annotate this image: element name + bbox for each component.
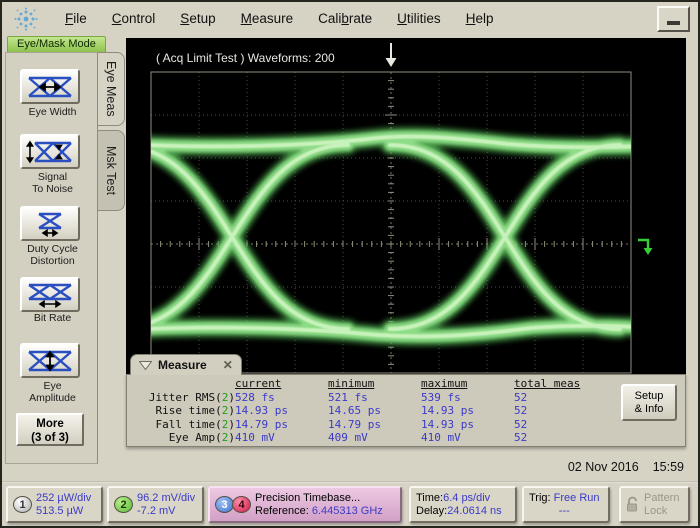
channel2-button[interactable]: 2 96.2 mV/div-7.2 mV bbox=[107, 486, 204, 523]
precision-timebase-button[interactable]: 3 4 Precision Timebase...Reference: 6.44… bbox=[208, 486, 402, 523]
waveform-display: ( Acq Limit Test ) Waveforms: 200 bbox=[126, 38, 686, 374]
trigger-button[interactable]: Trig: Free Run--- bbox=[522, 486, 610, 523]
eye-diagram-trace bbox=[126, 137, 671, 337]
tab-msk-test[interactable]: Msk Test bbox=[98, 130, 125, 211]
signal-to-noise-button[interactable] bbox=[20, 134, 80, 169]
more-button[interactable]: More(3 of 3) bbox=[16, 413, 84, 446]
minimize-icon bbox=[667, 21, 680, 25]
channel4-badge: 4 bbox=[232, 496, 251, 513]
menu-file[interactable]: File bbox=[65, 11, 87, 26]
eye-amplitude-label: EyeAmplitude bbox=[6, 381, 99, 404]
close-icon[interactable]: ✕ bbox=[223, 358, 233, 372]
reference-marker-icon[interactable] bbox=[638, 240, 653, 255]
duty-cycle-distortion-button[interactable] bbox=[20, 206, 80, 241]
signal-to-noise-icon bbox=[26, 139, 74, 165]
bit-rate-icon bbox=[26, 282, 74, 308]
tab-eye-meas[interactable]: Eye Meas bbox=[98, 52, 125, 126]
channel2-badge: 2 bbox=[114, 496, 133, 513]
menu-setup[interactable]: Setup bbox=[180, 11, 215, 26]
channel1-button[interactable]: 1 252 µW/div513.5 µW bbox=[6, 486, 103, 523]
menu-bar: File Control Setup Measure Calibrate Uti… bbox=[2, 2, 698, 35]
measure-table-header: current minimum maximum total meas bbox=[133, 377, 610, 391]
sidebar: Eye Width SignalTo Noise Duty Cycle bbox=[5, 52, 98, 464]
eye-width-icon bbox=[26, 74, 74, 100]
duty-cycle-distortion-icon bbox=[26, 211, 74, 237]
minimize-button[interactable] bbox=[657, 6, 690, 32]
timebase-scale-button[interactable]: Time:6.4 ps/divDelay:24.0614 ns bbox=[409, 486, 517, 523]
menu-help[interactable]: Help bbox=[466, 11, 494, 26]
duty-cycle-distortion-label: Duty CycleDistortion bbox=[6, 244, 99, 267]
eye-amplitude-icon bbox=[26, 348, 74, 374]
menu-measure[interactable]: Measure bbox=[241, 11, 294, 26]
bit-rate-label: Bit Rate bbox=[6, 313, 99, 325]
menu-utilities[interactable]: Utilities bbox=[397, 11, 441, 26]
bit-rate-button[interactable] bbox=[20, 277, 80, 312]
app-window: File Control Setup Measure Calibrate Uti… bbox=[0, 0, 700, 528]
lock-icon bbox=[626, 496, 640, 513]
signal-to-noise-label: SignalTo Noise bbox=[6, 172, 99, 195]
mode-label: Eye/Mask Mode bbox=[7, 36, 106, 53]
measure-panel: current minimum maximum total meas Jitte… bbox=[126, 374, 686, 447]
trigger-position-marker bbox=[386, 43, 397, 67]
eye-width-button[interactable] bbox=[20, 69, 80, 104]
collapse-triangle-icon[interactable] bbox=[139, 361, 152, 370]
agilent-logo bbox=[12, 5, 40, 33]
eye-amplitude-button[interactable] bbox=[20, 343, 80, 378]
menu-calibrate[interactable]: Calibrate bbox=[318, 11, 372, 26]
menu-control[interactable]: Control bbox=[112, 11, 156, 26]
measure-row: Jitter RMS(2) 528 fs 521 fs 539 fs 52 bbox=[133, 391, 610, 405]
measure-row: Eye Amp(2) 410 mV 409 mV 410 mV 52 bbox=[133, 431, 610, 445]
setup-info-button[interactable]: Setup& Info bbox=[621, 384, 677, 421]
pattern-lock-button[interactable]: PatternLock bbox=[619, 486, 690, 523]
measure-panel-tab[interactable]: Measure ✕ bbox=[130, 354, 242, 375]
eye-width-label: Eye Width bbox=[6, 107, 99, 119]
statusbar-divider bbox=[2, 481, 698, 483]
measure-panel-title: Measure bbox=[158, 358, 207, 372]
acq-status-text: ( Acq Limit Test ) Waveforms: 200 bbox=[156, 51, 335, 65]
channel1-badge: 1 bbox=[13, 496, 32, 513]
measure-table: current minimum maximum total meas Jitte… bbox=[133, 377, 610, 445]
datetime-display: 02 Nov 201615:59 bbox=[568, 460, 684, 474]
measure-row: Fall time(2) 14.79 ps 14.79 ps 14.93 ps … bbox=[133, 418, 610, 432]
measure-row: Rise time(2) 14.93 ps 14.65 ps 14.93 ps … bbox=[133, 404, 610, 418]
